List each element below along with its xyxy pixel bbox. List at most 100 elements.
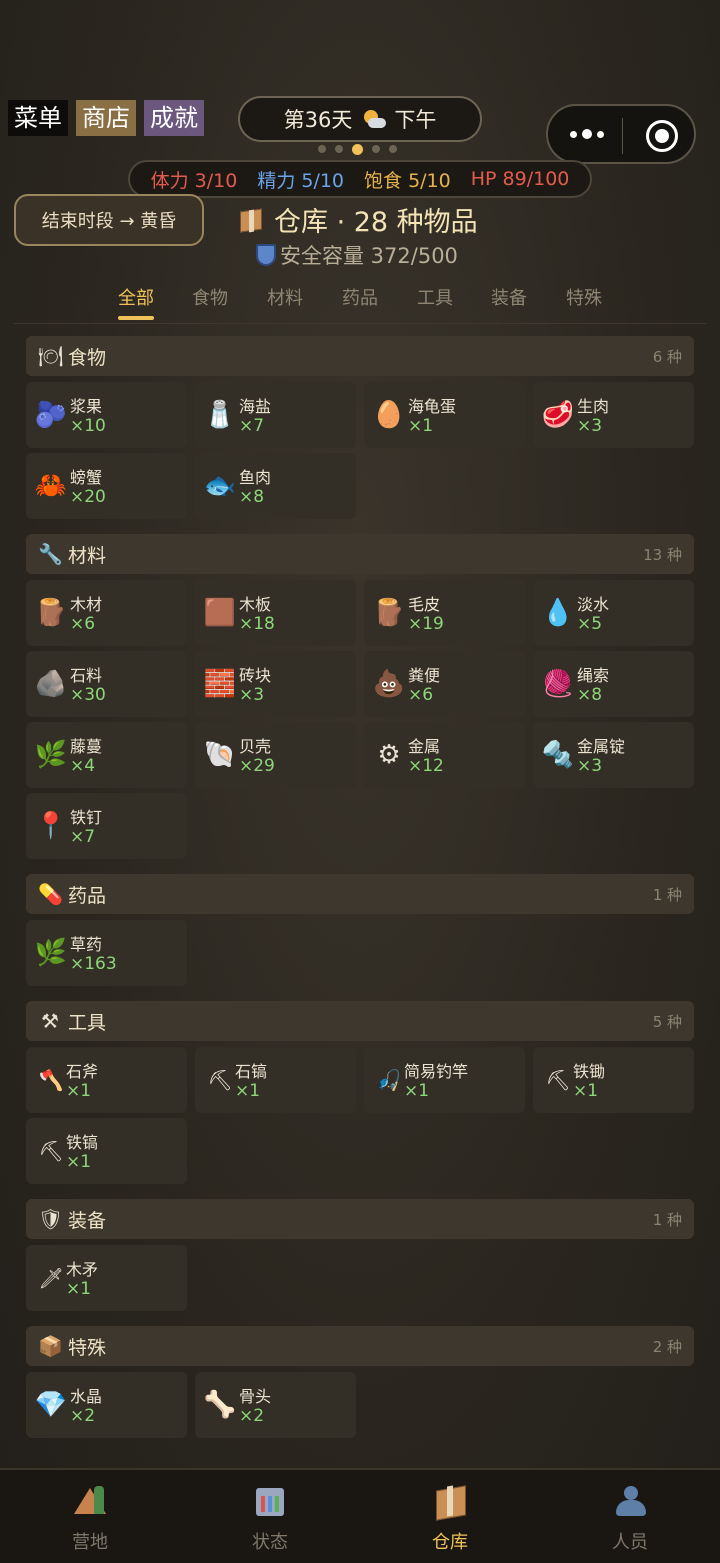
item-card-stone-axe[interactable]: 🪓 石斧 ×1	[26, 1047, 187, 1113]
item-card-manure[interactable]: 💩 粪便 ×6	[364, 651, 525, 717]
box-icon	[430, 1484, 470, 1520]
hoe-icon: ⛏	[545, 1068, 571, 1092]
nav-camp[interactable]: 营地	[0, 1484, 180, 1554]
item-card-crystal[interactable]: 💎 水晶 ×2	[26, 1372, 187, 1438]
fishing-rod-icon: 🎣	[376, 1068, 402, 1092]
section-title: 工具	[68, 1011, 107, 1034]
item-name: 石镐	[235, 1062, 268, 1081]
item-card-plank[interactable]: 🟫 木板 ×18	[195, 580, 356, 646]
end-period-button[interactable]: 结束时段 → 黄昏	[14, 194, 204, 246]
item-card-fresh-water[interactable]: 💧 淡水 ×5	[533, 580, 694, 646]
shield-icon: 🛡	[38, 1207, 64, 1231]
item-card-turtle-egg[interactable]: 🥚 海龟蛋 ×1	[364, 382, 525, 448]
bone-icon: 🦴	[203, 1390, 237, 1420]
item-card-iron-hoe[interactable]: ⛏ 铁锄 ×1	[533, 1047, 694, 1113]
item-card-raw-meat[interactable]: 🥩 生肉 ×3	[533, 382, 694, 448]
item-name: 螃蟹	[70, 468, 103, 487]
vine-icon: 🌿	[34, 740, 68, 770]
item-qty: ×7	[70, 827, 96, 847]
tab-all[interactable]: 全部	[118, 284, 154, 320]
tab-tools[interactable]: 工具	[417, 284, 453, 310]
item-card-iron-nail[interactable]: 📍 铁钉 ×7	[26, 793, 187, 859]
miniprogram-capsule	[546, 104, 696, 164]
item-card-metal-ingot[interactable]: 🔩 金属锭 ×3	[533, 722, 694, 788]
warehouse-title-text: 仓库 · 28 种物品	[274, 207, 478, 238]
brick-icon: 🧱	[203, 669, 237, 699]
item-card-iron-pickaxe[interactable]: ⛏ 铁镐 ×1	[26, 1118, 187, 1184]
pickaxe-icon: ⛏	[207, 1068, 233, 1092]
item-qty: ×12	[408, 756, 444, 776]
item-qty: ×3	[577, 756, 603, 776]
shell-icon: 🐚	[203, 740, 237, 770]
hp-stat: HP 89/100	[470, 168, 570, 190]
item-name: 骨头	[239, 1387, 272, 1406]
menu-button[interactable]: 菜单	[8, 100, 68, 136]
shop-button[interactable]: 商店	[76, 100, 136, 136]
item-card-rope[interactable]: 🧶 绳索 ×8	[533, 651, 694, 717]
item-card-brick[interactable]: 🧱 砖块 ×3	[195, 651, 356, 717]
day-period: 下午	[394, 108, 437, 132]
item-card-metal[interactable]: ⚙ 金属 ×12	[364, 722, 525, 788]
tab-medicine[interactable]: 药品	[342, 284, 378, 310]
section-title: 食物	[68, 346, 107, 369]
fur-icon: 🪵	[372, 598, 406, 628]
item-card-crab[interactable]: 🦀 螃蟹 ×20	[26, 453, 187, 519]
section-food-header[interactable]: 🍽 食物 6 种	[26, 336, 694, 376]
tent-icon	[70, 1484, 110, 1520]
section-count: 2 种	[652, 1337, 682, 1356]
item-card-stone[interactable]: 🪨 石料 ×30	[26, 651, 187, 717]
tab-materials[interactable]: 材料	[267, 284, 303, 310]
item-qty: ×6	[408, 685, 434, 705]
item-card-stone-pickaxe[interactable]: ⛏ 石镐 ×1	[195, 1047, 356, 1113]
item-qty: ×2	[70, 1406, 96, 1426]
tabs-divider	[14, 323, 706, 324]
item-card-fur[interactable]: 🪵 毛皮 ×19	[364, 580, 525, 646]
item-card-bone[interactable]: 🦴 骨头 ×2	[195, 1372, 356, 1438]
tab-food[interactable]: 食物	[192, 284, 228, 310]
item-card-shell[interactable]: 🐚 贝壳 ×29	[195, 722, 356, 788]
item-qty: ×1	[66, 1081, 92, 1101]
nav-people[interactable]: 人员	[540, 1484, 720, 1554]
shield-icon	[256, 244, 276, 266]
section-medicine-header[interactable]: 💊 药品 1 种	[26, 874, 694, 914]
warehouse-title: 仓库 · 28 种物品	[238, 200, 478, 239]
item-card-sea-salt[interactable]: 🧂 海盐 ×7	[195, 382, 356, 448]
section-equipment-header[interactable]: 🛡 装备 1 种	[26, 1199, 694, 1239]
nav-label: 营地	[72, 1532, 108, 1553]
plank-icon: 🟫	[203, 598, 237, 628]
item-qty: ×1	[408, 416, 434, 436]
item-card-vine[interactable]: 🌿 藤蔓 ×4	[26, 722, 187, 788]
section-title: 药品	[68, 884, 107, 907]
nail-icon: 📍	[34, 811, 68, 841]
item-card-berries[interactable]: 🫐 浆果 ×10	[26, 382, 187, 448]
item-name: 铁锄	[573, 1062, 606, 1081]
item-name: 金属	[408, 737, 441, 756]
item-qty: ×1	[66, 1152, 92, 1172]
tab-special[interactable]: 特殊	[566, 284, 602, 310]
item-card-wooden-spear[interactable]: 🗡 木矛 ×1	[26, 1245, 187, 1311]
page-dot	[335, 145, 343, 153]
item-card-herb[interactable]: 🌿 草药 ×163	[26, 920, 187, 986]
day-label: 第36天	[283, 108, 353, 132]
item-name: 淡水	[577, 595, 610, 614]
stamina-stat: 体力 3/10	[150, 169, 238, 192]
item-name: 海龟蛋	[408, 397, 457, 416]
nav-warehouse[interactable]: 仓库	[360, 1484, 540, 1554]
nav-status[interactable]: 状态	[180, 1484, 360, 1554]
item-name: 木矛	[66, 1260, 99, 1279]
item-card-fish[interactable]: 🐟 鱼肉 ×8	[195, 453, 356, 519]
rope-icon: 🧶	[541, 669, 575, 699]
more-icon[interactable]	[570, 129, 604, 139]
close-target-icon[interactable]	[646, 120, 678, 152]
section-tools-header[interactable]: ⚒ 工具 5 种	[26, 1001, 694, 1041]
section-title: 材料	[68, 544, 107, 567]
tab-equipment[interactable]: 装备	[491, 284, 527, 310]
pill-icon: 💊	[38, 882, 63, 906]
achievements-button[interactable]: 成就	[144, 100, 204, 136]
item-card-fishing-rod[interactable]: 🎣 简易钓竿 ×1	[364, 1047, 525, 1113]
section-materials-header[interactable]: 🔧 材料 13 种	[26, 534, 694, 574]
item-qty: ×1	[573, 1081, 599, 1101]
wood-icon: 🪵	[34, 598, 68, 628]
section-special-header[interactable]: 📦 特殊 2 种	[26, 1326, 694, 1366]
item-card-wood[interactable]: 🪵 木材 ×6	[26, 580, 187, 646]
